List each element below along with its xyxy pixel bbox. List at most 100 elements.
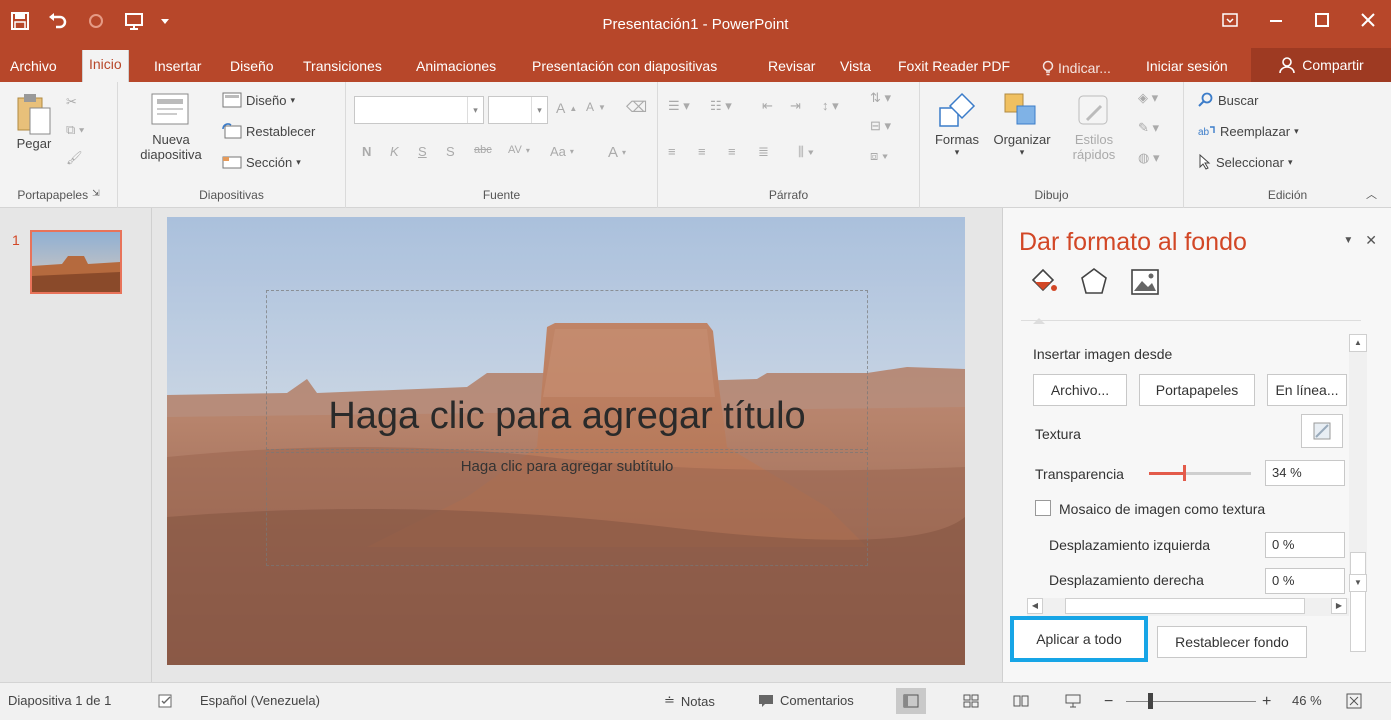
texture-picker-button[interactable] <box>1301 414 1343 448</box>
paste-button[interactable]: Pegar <box>8 92 60 151</box>
notes-button[interactable]: ≐ Notas <box>664 693 715 709</box>
share-button[interactable]: Compartir <box>1251 48 1391 82</box>
select-button[interactable]: Seleccionar ▾ <box>1198 154 1292 170</box>
tab-transiciones[interactable]: Transiciones <box>297 54 388 82</box>
transparency-slider-thumb[interactable] <box>1182 465 1186 481</box>
layout-button[interactable]: Diseño ▾ <box>222 92 295 108</box>
zoom-slider-track[interactable] <box>1126 701 1256 702</box>
transparency-slider-track[interactable] <box>1149 465 1251 481</box>
font-size-combo[interactable]: ▾ <box>488 96 548 124</box>
insert-from-clipboard-button[interactable]: Portapapeles <box>1139 374 1255 406</box>
character-spacing-button[interactable]: AV ▾ <box>508 144 530 156</box>
increase-indent-icon[interactable]: ⇥ <box>790 98 801 114</box>
scroll-right-icon[interactable]: ▶ <box>1331 598 1347 614</box>
change-case-button[interactable]: Aa ▾ <box>550 144 574 159</box>
clear-formatting-icon[interactable]: ⌫ <box>626 98 647 116</box>
align-right-icon[interactable]: ≡ <box>728 144 736 159</box>
offset-right-input[interactable]: 0 % <box>1265 568 1345 594</box>
italic-button[interactable]: K <box>390 144 399 159</box>
tab-archivo[interactable]: Archivo <box>4 54 63 82</box>
slide-sorter-icon[interactable] <box>956 688 986 714</box>
strikethrough-button[interactable]: abc <box>474 144 492 156</box>
tab-inicio[interactable]: Inicio <box>82 50 129 82</box>
arrange-button[interactable]: Organizar ▾ <box>986 90 1058 158</box>
apply-to-all-button[interactable]: Aplicar a todo <box>1010 616 1148 662</box>
reading-view-icon[interactable] <box>1006 688 1036 714</box>
fill-bucket-icon[interactable] <box>1025 266 1059 298</box>
format-painter-icon[interactable]: 🖌 <box>66 150 83 166</box>
shadow-button[interactable]: S <box>446 144 455 159</box>
slide-subtitle-placeholder[interactable]: Haga clic para agregar subtítulo <box>266 458 868 475</box>
picture-icon[interactable] <box>1129 266 1161 298</box>
bullets-icon[interactable]: ☰ ▾ <box>668 98 690 114</box>
tile-texture-checkbox[interactable] <box>1035 500 1051 516</box>
grow-font-icon[interactable]: A ▲ <box>556 100 577 116</box>
smartart-icon[interactable]: ⧈ ▾ <box>870 148 888 164</box>
shape-fill-icon[interactable]: ◈ ▾ <box>1138 90 1158 106</box>
tab-animaciones[interactable]: Animaciones <box>410 54 502 82</box>
zoom-level[interactable]: 46 % <box>1292 693 1322 708</box>
replace-button[interactable]: ab Reemplazar ▾ <box>1198 123 1299 139</box>
insert-from-file-button[interactable]: Archivo... <box>1033 374 1127 406</box>
close-icon[interactable] <box>1345 0 1391 40</box>
maximize-icon[interactable] <box>1299 0 1345 40</box>
shrink-font-icon[interactable]: A ▼ <box>586 100 606 114</box>
normal-view-icon[interactable] <box>896 688 926 714</box>
reset-slide-button[interactable]: Restablecer <box>222 123 315 139</box>
pentagon-effects-icon[interactable] <box>1079 266 1109 298</box>
cut-icon[interactable]: ✂ <box>66 94 77 110</box>
new-slide-button[interactable]: Nueva diapositiva <box>124 92 218 162</box>
text-direction-icon[interactable]: ⇅ ▾ <box>870 90 891 106</box>
zoom-slider-thumb[interactable] <box>1148 693 1153 709</box>
underline-button[interactable]: S <box>418 144 427 159</box>
tab-insertar[interactable]: Insertar <box>148 54 207 82</box>
minimize-icon[interactable] <box>1253 0 1299 40</box>
decrease-indent-icon[interactable]: ⇤ <box>762 98 773 114</box>
language-indicator[interactable]: Español (Venezuela) <box>200 693 320 708</box>
tab-presentacion[interactable]: Presentación con diapositivas <box>526 54 723 82</box>
scroll-left-icon[interactable]: ◀ <box>1027 598 1043 614</box>
slideshow-icon[interactable] <box>1058 688 1088 714</box>
quick-styles-button[interactable]: Estilos rápidos <box>1058 90 1130 162</box>
sign-in-link[interactable]: Iniciar sesión <box>1140 54 1234 82</box>
dialog-launcher-icon[interactable]: ⇲ <box>92 188 100 202</box>
font-name-combo[interactable]: ▾ <box>354 96 484 124</box>
fit-to-window-icon[interactable] <box>1346 693 1362 709</box>
scroll-down-icon[interactable]: ▼ <box>1349 574 1367 592</box>
numbering-icon[interactable]: ☷ ▾ <box>710 98 732 114</box>
offset-left-input[interactable]: 0 % <box>1265 532 1345 558</box>
tell-me-search[interactable]: Indicar... <box>1036 54 1117 82</box>
ribbon-display-options-icon[interactable] <box>1207 0 1253 40</box>
chevron-down-icon[interactable]: ▾ <box>531 97 547 123</box>
align-text-icon[interactable]: ⊟ ▾ <box>870 118 891 134</box>
pane-close-icon[interactable]: ✕ <box>1365 232 1377 249</box>
font-color-button[interactable]: A ▾ <box>608 144 626 161</box>
pane-vertical-scrollbar[interactable]: ▲ ▼ <box>1349 334 1367 652</box>
bold-button[interactable]: N <box>362 144 371 159</box>
slide-thumbnail[interactable] <box>30 230 122 294</box>
tab-vista[interactable]: Vista <box>834 54 877 82</box>
find-button[interactable]: Buscar <box>1198 92 1258 108</box>
section-button[interactable]: Sección ▾ <box>222 154 301 170</box>
slide-title-placeholder[interactable]: Haga clic para agregar título <box>266 395 868 438</box>
copy-icon[interactable]: ⧉ ▾ <box>66 122 84 138</box>
scroll-thumb[interactable] <box>1350 552 1366 652</box>
shape-effects-icon[interactable]: ◍ ▾ <box>1138 150 1159 166</box>
tab-foxit[interactable]: Foxit Reader PDF <box>892 54 1016 82</box>
spell-check-icon[interactable] <box>158 693 174 709</box>
shapes-button[interactable]: Formas ▾ <box>926 90 988 158</box>
align-center-icon[interactable]: ≡ <box>698 144 706 159</box>
transparency-input[interactable]: 34 % <box>1265 460 1345 486</box>
insert-online-button[interactable]: En línea... <box>1267 374 1347 406</box>
collapse-ribbon-icon[interactable]: ︿ <box>1366 186 1377 202</box>
pane-horizontal-scrollbar[interactable]: ◀ ▶ <box>1027 598 1349 616</box>
scroll-up-icon[interactable]: ▲ <box>1349 334 1367 352</box>
shape-outline-icon[interactable]: ✎ ▾ <box>1138 120 1159 136</box>
comments-button[interactable]: Comentarios <box>758 693 854 708</box>
chevron-down-icon[interactable]: ▾ <box>467 97 483 123</box>
zoom-out-icon[interactable]: − <box>1104 693 1113 711</box>
zoom-in-icon[interactable]: + <box>1262 693 1271 711</box>
columns-icon[interactable]: ⫼ ▾ <box>798 144 814 160</box>
tab-revisar[interactable]: Revisar <box>762 54 821 82</box>
tab-diseno[interactable]: Diseño <box>224 54 280 82</box>
